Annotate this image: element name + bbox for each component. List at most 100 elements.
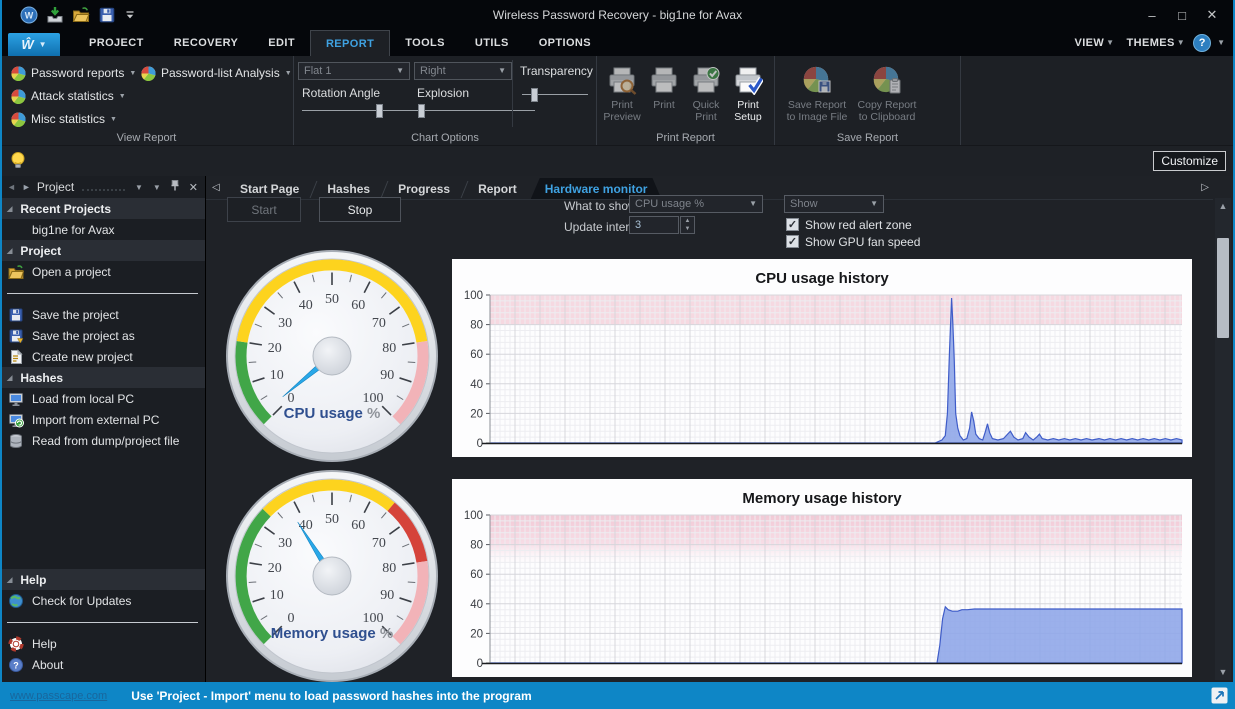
menu-tab-options[interactable]: OPTIONS xyxy=(524,30,606,56)
sidebar-item-read-from-dump-project-file[interactable]: Read from dump/project file xyxy=(0,430,205,451)
sidebar-item-save-the-project[interactable]: Save the project xyxy=(0,304,205,325)
updates-globe-icon xyxy=(8,593,24,609)
sidebar-item-import-from-external-pc[interactable]: Import from external PC xyxy=(0,409,205,430)
checkbox-show-gpu-fan-speed[interactable]: ✓ Show GPU fan speed xyxy=(786,233,920,250)
ribbon-button-print-setup[interactable]: Print Setup xyxy=(727,63,769,124)
spin-up-icon[interactable]: ▲ xyxy=(685,218,691,224)
stop-button[interactable]: Stop xyxy=(319,197,401,222)
chart-style-dropdown[interactable]: Flat 1 ▼ xyxy=(298,62,410,80)
maximize-button[interactable]: □ xyxy=(1167,3,1197,27)
dump-file-icon xyxy=(8,433,24,449)
checkbox-show-red-alert-zone[interactable]: ✓ Show red alert zone xyxy=(786,216,920,233)
sidebar-item-big1ne-for-avax[interactable]: big1ne for Avax xyxy=(0,219,205,240)
chevron-down-icon[interactable]: ▼ xyxy=(133,183,145,192)
menu-tab-recovery[interactable]: RECOVERY xyxy=(159,30,254,56)
svg-text:20: 20 xyxy=(268,561,282,576)
menu-tab-view[interactable]: VIEW ▼ xyxy=(1070,30,1118,56)
scroll-down-icon[interactable]: ▼ xyxy=(1215,664,1231,680)
hint-row: Customize xyxy=(0,146,1235,176)
external-pc-icon xyxy=(8,412,24,428)
start-button[interactable]: Start xyxy=(227,197,301,222)
help-icon[interactable]: ? xyxy=(1193,34,1212,52)
tab-start-page[interactable]: Start Page xyxy=(226,178,313,199)
panel-menu-icon[interactable]: ▼ xyxy=(151,183,163,192)
transparency-slider[interactable] xyxy=(522,88,588,102)
sidebar-item-save-the-project-as[interactable]: Save the project as xyxy=(0,325,205,346)
pin-icon[interactable] xyxy=(169,179,181,195)
ribbon-button-password-reports[interactable]: Password reports ▼ xyxy=(10,65,136,81)
svg-text:80: 80 xyxy=(382,341,396,356)
qat-customize-icon[interactable] xyxy=(124,9,136,21)
ribbon-button-save-report-to-image-file[interactable]: Save Report to Image File xyxy=(783,63,851,124)
explosion-slider[interactable] xyxy=(417,104,535,118)
ribbon-button-print-preview[interactable]: Print Preview xyxy=(601,63,643,124)
nav-forward-icon[interactable]: ► xyxy=(22,182,31,192)
ribbon-button-misc-statistics[interactable]: Misc statistics ▼ xyxy=(10,111,117,127)
sidebar-group-project[interactable]: ◢ Project xyxy=(0,240,205,261)
tab-scroll-left-icon[interactable]: ◁ xyxy=(212,182,220,193)
copy-report-clipboard-icon xyxy=(872,63,902,97)
tab-report[interactable]: Report xyxy=(464,178,531,199)
svg-text:CPU usage %: CPU usage % xyxy=(284,405,381,422)
sidebar-group-recent-projects[interactable]: ◢ Recent Projects xyxy=(0,198,205,219)
update-interval-input[interactable]: 3 xyxy=(629,216,679,234)
cpu-usage-history-panel: CPU usage history 0 20 40 60 80 100 xyxy=(452,259,1192,457)
sidebar-item-create-new-project[interactable]: Create new project xyxy=(0,346,205,367)
menu-tab-report[interactable]: REPORT xyxy=(309,30,391,56)
close-button[interactable]: ✕ xyxy=(1197,3,1227,27)
sidebar-item-open-a-project[interactable]: Open a project xyxy=(0,261,205,282)
memory-usage-history-panel: Memory usage history 0 20 40 60 80 100 xyxy=(452,479,1192,677)
what-to-show-dropdown[interactable]: CPU usage % ▼ xyxy=(629,195,763,213)
ribbon-button-print[interactable]: Print xyxy=(643,63,685,111)
slider-thumb[interactable] xyxy=(530,88,538,102)
menu-tab-project[interactable]: PROJECT xyxy=(74,30,159,56)
sidebar-group-hashes[interactable]: ◢ Hashes xyxy=(0,367,205,388)
sidebar-item-load-from-local-pc[interactable]: Load from local PC xyxy=(0,388,205,409)
collapse-triangle-icon: ◢ xyxy=(7,205,13,213)
ribbon-group-save-report: Save Report Save Report to Image File Cop… xyxy=(775,56,961,145)
slider-track xyxy=(417,110,535,111)
open-project-icon[interactable] xyxy=(72,6,90,24)
checkbox-box[interactable]: ✓ xyxy=(786,235,799,248)
checkbox-column: ✓ Show red alert zone ✓ Show GPU fan speed xyxy=(786,216,920,250)
spin-down-icon[interactable]: ▼ xyxy=(685,226,691,232)
ribbon-button-attack-statistics[interactable]: Attack statistics ▼ xyxy=(10,88,126,104)
scroll-up-icon[interactable]: ▲ xyxy=(1215,198,1231,214)
app-menu-button[interactable]: Ŵ ▼ xyxy=(8,33,60,56)
sidebar-panel-header: ◄ ► Project ▼ ▼ ✕ xyxy=(0,176,205,198)
minimize-button[interactable]: – xyxy=(1137,3,1167,27)
sidebar-item-about[interactable]: ? About xyxy=(0,654,205,675)
sidebar-item-help[interactable]: Help xyxy=(0,633,205,654)
slider-thumb[interactable] xyxy=(417,104,425,118)
passcape-link[interactable]: www.passcape.com xyxy=(10,690,107,702)
save-project-icon[interactable] xyxy=(98,6,116,24)
ribbon-button-copy-report-to-clipboard[interactable]: Copy Report to Clipboard xyxy=(853,63,921,124)
ribbon-button-quick-print[interactable]: Quick Print xyxy=(685,63,727,124)
scrollbar-thumb[interactable] xyxy=(1217,238,1229,338)
resize-grip-icon[interactable] xyxy=(1211,687,1228,704)
ribbon-button-password-list-analysis[interactable]: Password-list Analysis ▼ xyxy=(140,65,292,81)
menu-tab-utils[interactable]: UTILS xyxy=(460,30,524,56)
svg-text:10: 10 xyxy=(270,588,284,603)
tab-progress[interactable]: Progress xyxy=(384,178,464,199)
sidebar-item-check-for-updates[interactable]: Check for Updates xyxy=(0,590,205,611)
tab-hashes[interactable]: Hashes xyxy=(313,178,384,199)
legend-position-dropdown[interactable]: Right ▼ xyxy=(414,62,512,80)
tab-scroll-right-icon[interactable]: ▷ xyxy=(1201,182,1209,193)
update-interval-stepper[interactable]: ▲ ▼ xyxy=(680,216,695,234)
local-pc-icon xyxy=(8,391,24,407)
menu-tab-themes[interactable]: THEMES ▼ xyxy=(1123,30,1190,56)
chevron-down-icon: ▼ xyxy=(1106,38,1115,47)
nav-back-icon[interactable]: ◄ xyxy=(7,182,16,192)
vertical-scrollbar[interactable]: ▲ ▼ xyxy=(1215,198,1231,680)
customize-button[interactable]: Customize xyxy=(1153,151,1226,171)
slider-thumb[interactable] xyxy=(376,104,383,118)
menu-tab-tools[interactable]: TOOLS xyxy=(390,30,460,56)
svg-text:50: 50 xyxy=(325,292,339,307)
sidebar-group-help[interactable]: ◢ Help xyxy=(0,569,205,590)
show-dropdown[interactable]: Show ▼ xyxy=(784,195,884,213)
menu-tab-edit[interactable]: EDIT xyxy=(253,30,310,56)
checkbox-box[interactable]: ✓ xyxy=(786,218,799,231)
import-hashes-icon[interactable] xyxy=(46,6,64,24)
close-panel-icon[interactable]: ✕ xyxy=(187,181,198,194)
